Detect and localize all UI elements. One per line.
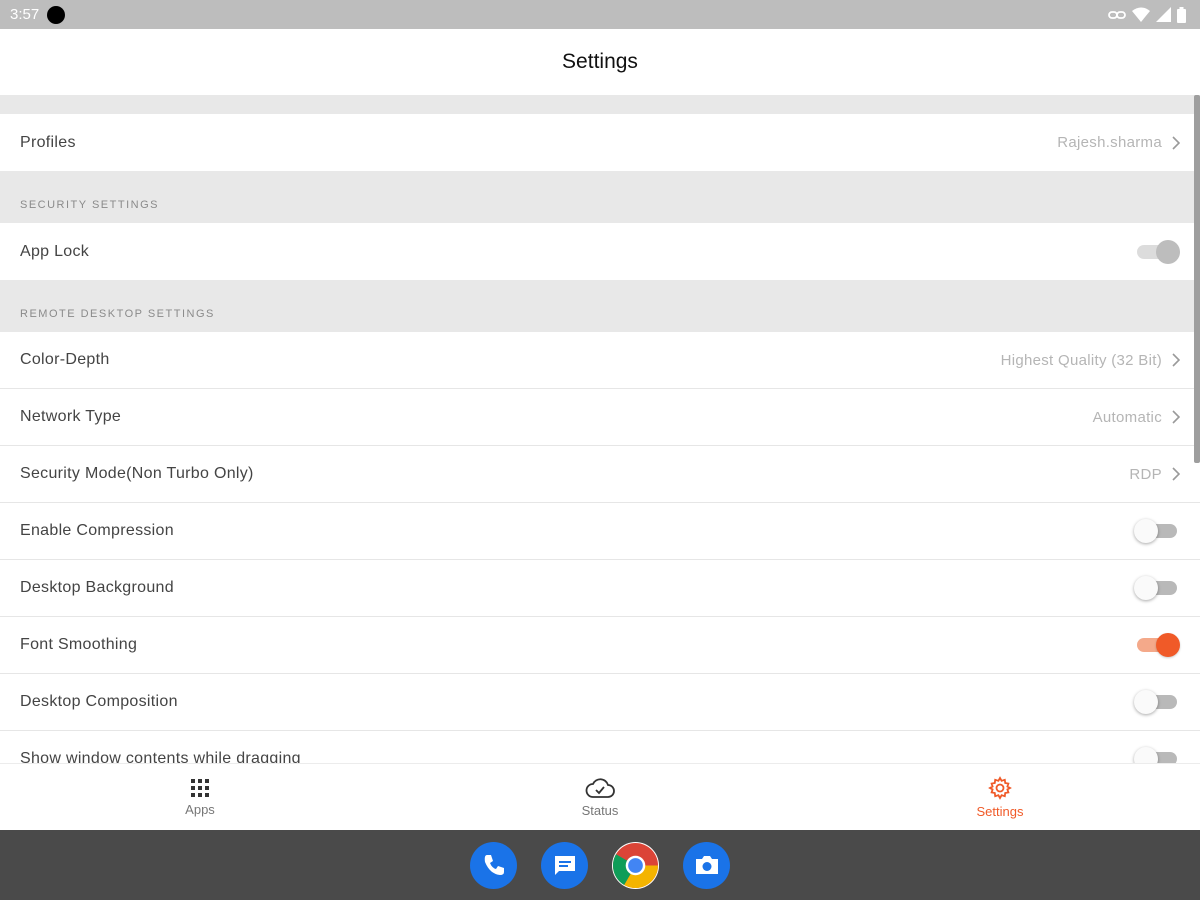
color-depth-value: Highest Quality (32 Bit) [1000,351,1162,369]
show-window-contents-label: Show window contents while dragging [20,750,301,763]
chevron-right-icon [1172,135,1180,150]
messages-icon [554,856,575,875]
android-dock [0,830,1200,900]
messages-app[interactable] [541,841,588,889]
nav-status[interactable]: Status [400,764,800,830]
bottom-nav: Apps Status Settings [0,763,1200,830]
enable-compression-label: Enable Compression [20,522,174,539]
camera-icon [695,856,718,874]
color-depth-label: Color-Depth [20,351,110,368]
wifi-icon [1132,7,1150,22]
network-type-label: Network Type [20,408,122,425]
font-smoothing-toggle[interactable] [1134,632,1180,658]
phone-app[interactable] [470,841,517,889]
app-lock-label: App Lock [20,242,90,260]
chevron-right-icon [1172,353,1180,367]
section-header-security: SECURITY SETTINGS [0,171,1200,223]
desktop-background-row[interactable]: Desktop Background [0,560,1200,617]
gear-icon [988,775,1012,800]
network-type-value: Automatic [1092,408,1162,426]
network-type-row[interactable]: Network Type Automatic [0,389,1200,446]
settings-list[interactable]: Profiles Rajesh.sharma SECURITY SETTINGS… [0,95,1200,763]
desktop-background-label: Desktop Background [20,579,174,596]
font-smoothing-row[interactable]: Font Smoothing [0,617,1200,674]
font-smoothing-label: Font Smoothing [20,636,138,653]
status-bar: 3:57 [0,0,1200,29]
nav-apps-label: Apps [185,801,215,817]
chrome-icon [612,842,659,888]
camera-app[interactable] [683,841,730,889]
phone-icon [484,855,504,875]
nav-settings[interactable]: Settings [800,764,1200,830]
chrome-app[interactable] [612,841,659,889]
chevron-right-icon [1172,410,1180,424]
top-spacer [0,95,1200,114]
security-mode-value: RDP [1129,465,1162,483]
app-lock-row[interactable]: App Lock [0,223,1200,280]
desktop-composition-toggle[interactable] [1134,689,1180,715]
show-window-contents-row[interactable]: Show window contents while dragging [0,731,1200,763]
enable-compression-toggle[interactable] [1134,518,1180,544]
grid-icon [191,778,209,797]
color-depth-row[interactable]: Color-Depth Highest Quality (32 Bit) [0,332,1200,389]
page-title: Settings [562,50,638,73]
profiles-label: Profiles [20,133,76,151]
scrollbar[interactable] [1194,95,1200,463]
section-header-remote-desktop: REMOTE DESKTOP SETTINGS [0,280,1200,332]
record-dot-icon [47,5,66,24]
nav-apps[interactable]: Apps [0,764,400,830]
cloud-check-icon [585,777,615,798]
link-icon [1108,10,1126,19]
security-mode-label: Security Mode(Non Turbo Only) [20,465,254,482]
show-window-contents-toggle[interactable] [1134,746,1180,763]
app-lock-toggle[interactable] [1134,239,1180,265]
app-bar: Settings [0,29,1200,95]
battery-icon [1177,6,1186,23]
signal-icon [1156,7,1171,22]
nav-status-label: Status [581,802,619,818]
security-mode-row[interactable]: Security Mode(Non Turbo Only) RDP [0,446,1200,503]
desktop-background-toggle[interactable] [1134,575,1180,601]
status-time: 3:57 [10,6,40,23]
desktop-composition-row[interactable]: Desktop Composition [0,674,1200,731]
enable-compression-row[interactable]: Enable Compression [0,503,1200,560]
profiles-value: Rajesh.sharma [1057,134,1162,151]
chevron-right-icon [1172,467,1180,481]
profiles-row[interactable]: Profiles Rajesh.sharma [0,114,1200,171]
nav-settings-label: Settings [976,803,1024,819]
desktop-composition-label: Desktop Composition [20,693,178,710]
